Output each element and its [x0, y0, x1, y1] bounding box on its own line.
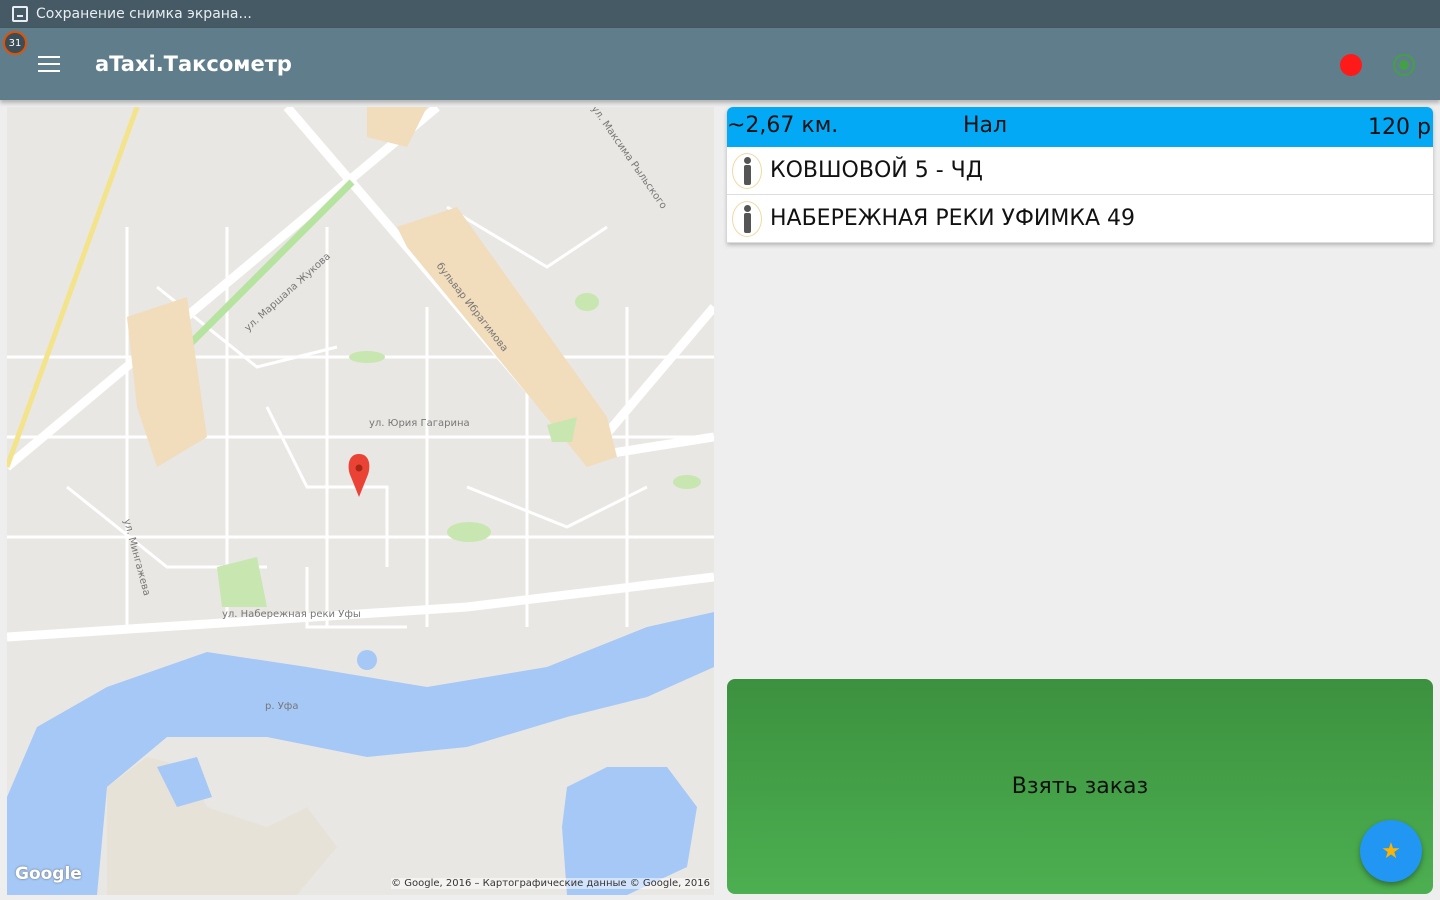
app-title: aTaxi.Таксометр — [95, 52, 292, 76]
order-card[interactable]: ~2,67 км. Нал 120 р КОВШОВОЙ 5 - ЧД НАБЕ… — [727, 107, 1433, 243]
address-row: КОВШОВОЙ 5 - ЧД — [727, 147, 1433, 195]
record-status-icon[interactable] — [1340, 54, 1362, 76]
status-notification-text: Сохранение снимка экрана... — [36, 6, 252, 22]
location-pin-icon — [348, 454, 370, 497]
gps-status-icon[interactable] — [1393, 54, 1415, 76]
street-label: ул. Юрия Гагарина — [369, 418, 470, 429]
map-canvas — [7, 107, 714, 895]
map-view[interactable]: ул. Юрия Гагарина ул. Маршала Жукова бул… — [7, 107, 714, 895]
order-payment-type: Нал — [963, 113, 1008, 138]
star-icon[interactable]: ★ — [1360, 820, 1422, 882]
order-price: 120 р — [1368, 115, 1431, 140]
favorite-button-symbol: ★ — [1381, 838, 1401, 864]
screenshot-notification-icon — [12, 6, 28, 22]
status-bar: Сохранение снимка экрана... — [0, 0, 1440, 28]
passenger-icon — [732, 152, 762, 189]
address-text: КОВШОВОЙ 5 - ЧД — [770, 158, 983, 183]
street-label: р. Уфа — [265, 701, 299, 712]
map-copyright: © Google, 2016 – Картографические данные… — [391, 878, 710, 889]
address-text: НАБЕРЕЖНАЯ РЕКИ УФИМКА 49 — [770, 206, 1135, 231]
order-header: ~2,67 км. Нал 120 р — [727, 107, 1433, 147]
order-distance: ~2,67 км. — [727, 113, 839, 138]
passenger-icon — [732, 200, 762, 237]
street-label: ул. Набережная реки Уфы — [222, 609, 361, 620]
google-logo: Google — [15, 864, 82, 884]
notification-badge: 31 — [3, 31, 27, 55]
address-row: НАБЕРЕЖНАЯ РЕКИ УФИМКА 49 — [727, 195, 1433, 243]
take-order-button[interactable]: Взять заказ — [727, 679, 1433, 894]
menu-icon[interactable] — [38, 56, 60, 72]
